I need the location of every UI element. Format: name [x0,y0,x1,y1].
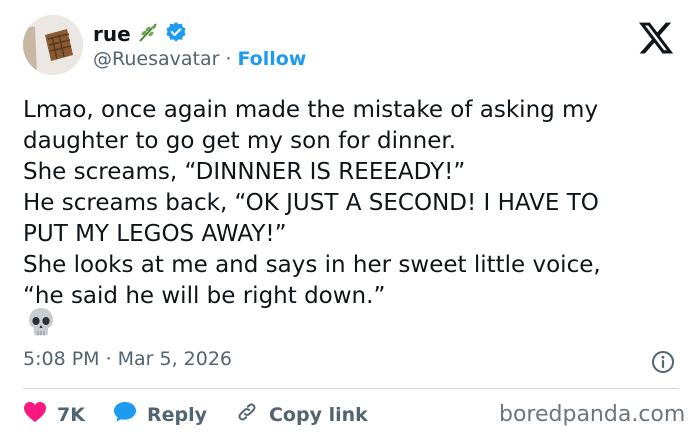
like-button[interactable]: 7K [23,401,85,428]
reply-bubble-icon [113,401,137,428]
tweet-line: Lmao, once again made the mistake of ask… [23,97,599,123]
tweet-date: Mar 5, 2026 [117,348,233,370]
author-handle-row: @Ruesavatar · Follow [93,48,306,70]
tweet-line: He screams back, “OK JUST A SECOND! I HA… [23,190,599,216]
tweet-line: “he said he will be right down.” [23,283,386,309]
info-icon[interactable] [651,350,675,374]
source-watermark: boredpanda.com [499,402,686,427]
reply-button[interactable]: Reply [113,401,207,428]
verified-badge-icon [165,21,187,47]
author-name-row[interactable]: rue [93,21,187,47]
like-count: 7K [57,403,85,426]
tweet-time: 5:08 PM [23,348,100,370]
copy-link-label: Copy link [268,403,368,426]
copy-link-button[interactable]: Copy link [235,400,368,429]
tweet-line: She looks at me and says in her sweet li… [23,252,601,278]
author-name[interactable]: rue [93,22,131,46]
x-logo-icon[interactable] [637,19,675,57]
tweet-timestamp[interactable]: 5:08 PM · Mar 5, 2026 [23,348,232,370]
heart-icon [23,401,47,428]
reply-label: Reply [146,403,207,426]
plant-emoji-icon [137,21,159,47]
tweet-line: PUT MY LEGOS AWAY!” [23,221,287,247]
skull-emoji-icon [27,307,55,337]
handle-separator: · [225,48,232,70]
tweet-line: daughter to go get my son for dinner. [23,128,457,154]
tweet-card: rue @Ruesavatar · Follow Lmao, once agai… [0,0,700,440]
action-bar: 7K Reply Copy link [23,400,396,429]
follow-button[interactable]: Follow [237,48,306,70]
meta-separator: · [105,348,112,370]
tweet-text: Lmao, once again made the mistake of ask… [23,95,683,312]
link-icon [235,400,259,429]
avatar[interactable] [23,15,83,75]
tweet-line: She screams, “DINNNER IS REEEADY!” [23,159,466,185]
author-handle[interactable]: @Ruesavatar [93,48,219,70]
divider [23,388,679,389]
